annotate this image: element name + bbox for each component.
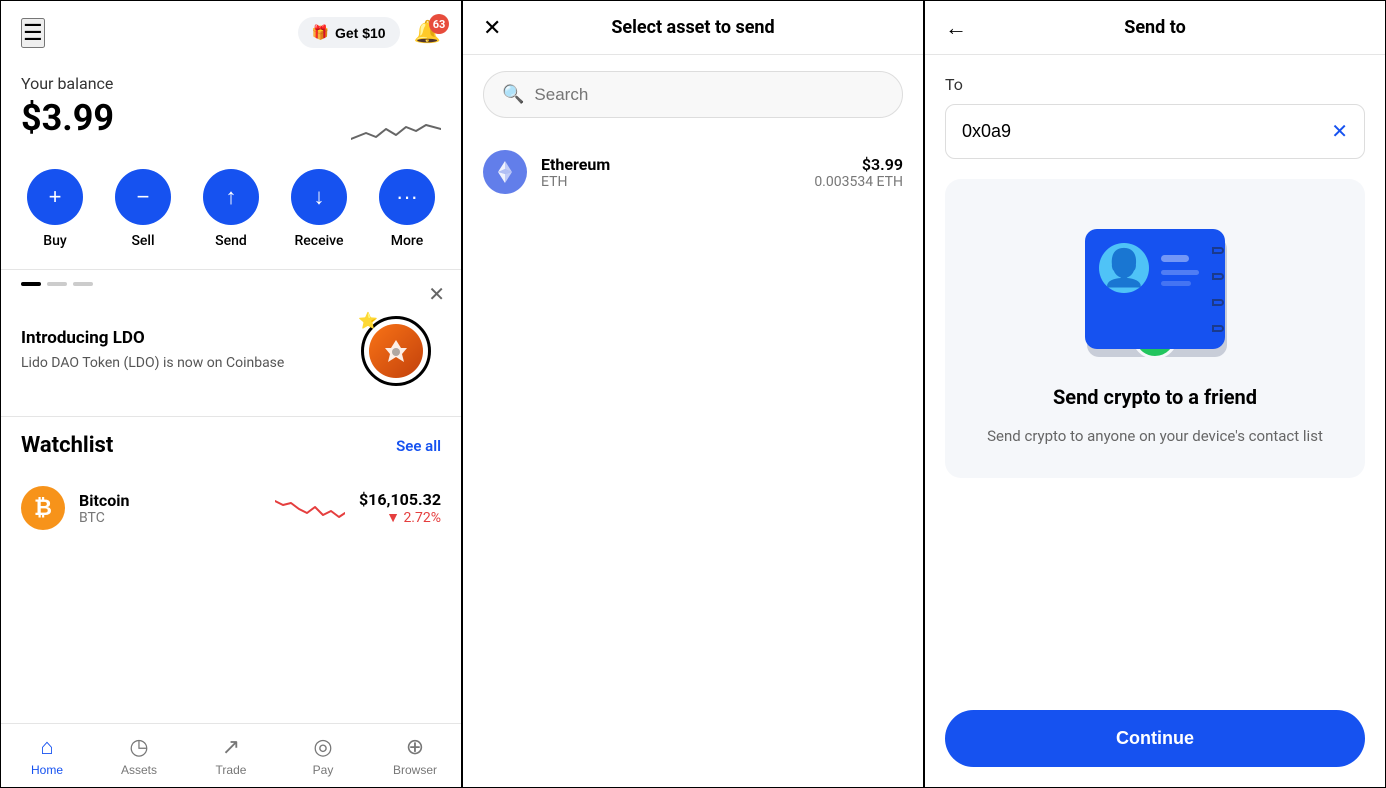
bottom-nav: ⌂ Home ◷ Assets ↗ Trade ◎ Pay ⊕ Browser <box>1 723 461 787</box>
back-button[interactable]: ← <box>945 15 967 41</box>
balance-section: Your balance $3.99 <box>1 64 461 159</box>
send-friend-title: Send crypto to a friend <box>1053 385 1257 409</box>
browser-icon: ⊕ <box>406 734 424 760</box>
menu-button[interactable]: ☰ <box>21 18 45 48</box>
buy-button[interactable]: + <box>27 169 83 225</box>
watchlist-header: Watchlist See all <box>21 433 441 458</box>
ldo-inner <box>369 324 423 378</box>
promo-title: Introducing LDO <box>21 328 335 348</box>
left-panel: ☰ 🎁 Get $10 🔔 63 Your balance $3.99 + Bu… <box>0 0 462 788</box>
bitcoin-change: ▼ 2.72% <box>359 509 441 526</box>
promo-description: Lido DAO Token (LDO) is now on Coinbase <box>21 354 335 374</box>
send-button[interactable]: ↑ <box>203 169 259 225</box>
ldo-token-icon: ⭐ <box>356 311 436 391</box>
notification-badge: 63 <box>429 14 449 34</box>
left-header: ☰ 🎁 Get $10 🔔 63 <box>1 1 461 64</box>
bitcoin-icon: ₿ <box>21 486 65 530</box>
right-header: ← Send to <box>925 1 1385 55</box>
clear-address-button[interactable]: ✕ <box>1331 119 1348 144</box>
balance-label: Your balance <box>21 74 441 93</box>
bitcoin-info: Bitcoin BTC <box>79 491 261 526</box>
id-card-wrapper: 👤 ✓ <box>1075 209 1235 369</box>
header-right: 🎁 Get $10 🔔 63 <box>298 17 441 48</box>
ldo-star-icon: ⭐ <box>358 311 378 330</box>
more-action: ··· More <box>379 169 435 249</box>
bitcoin-ticker: BTC <box>79 510 261 526</box>
right-panel-title: Send to <box>1124 17 1186 38</box>
nav-trade[interactable]: ↗ Trade <box>185 724 277 787</box>
send-to-content: To ✕ 👤 <box>925 55 1385 514</box>
bitcoin-sparkline <box>275 491 345 525</box>
promo-close-button[interactable]: ✕ <box>428 282 445 307</box>
ethereum-info: Ethereum ETH <box>541 155 800 190</box>
balance-chart <box>351 111 441 155</box>
search-icon: 🔍 <box>502 84 524 105</box>
contact-illustration: 👤 ✓ Send crypto to a friend Send crypto … <box>945 179 1365 478</box>
sell-action: − Sell <box>115 169 171 249</box>
send-action: ↑ Send <box>203 169 259 249</box>
wallet-icon: 🎁 <box>312 24 329 41</box>
promo-card: ✕ Introducing LDO Lido DAO Token (LDO) i… <box>1 269 461 416</box>
promo-dots <box>21 282 93 286</box>
promo-dot-1 <box>21 282 41 286</box>
notification-bell[interactable]: 🔔 63 <box>414 20 441 45</box>
sell-label: Sell <box>131 233 154 249</box>
send-friend-description: Send crypto to anyone on your device's c… <box>987 425 1323 448</box>
address-input-container: ✕ <box>945 104 1365 159</box>
search-container: 🔍 <box>463 55 923 134</box>
continue-button[interactable]: Continue <box>945 710 1365 767</box>
bitcoin-name: Bitcoin <box>79 491 261 510</box>
address-input[interactable] <box>962 121 1331 142</box>
ethereum-icon <box>483 150 527 194</box>
watchlist-section: Watchlist See all ₿ Bitcoin BTC $16,105.… <box>1 416 461 558</box>
nav-browser[interactable]: ⊕ Browser <box>369 724 461 787</box>
receive-button[interactable]: ↓ <box>291 169 347 225</box>
id-card-avatar: 👤 <box>1099 243 1149 293</box>
search-input[interactable] <box>534 85 884 105</box>
ethereum-usd: $3.99 <box>814 155 903 174</box>
ethereum-name: Ethereum <box>541 155 800 174</box>
buy-label: Buy <box>43 233 66 249</box>
sell-button[interactable]: − <box>115 169 171 225</box>
middle-header: ✕ Select asset to send <box>463 1 923 55</box>
id-card: 👤 <box>1085 229 1225 349</box>
see-all-link[interactable]: See all <box>396 437 441 455</box>
promo-dot-3 <box>73 282 93 286</box>
promo-image: ⭐ <box>351 306 441 396</box>
ethereum-list-item[interactable]: Ethereum ETH $3.99 0.003534 ETH <box>463 134 923 210</box>
assets-icon: ◷ <box>129 734 148 760</box>
middle-panel: ✕ Select asset to send 🔍 Ethereum ETH $3… <box>462 0 924 788</box>
bitcoin-price-info: $16,105.32 ▼ 2.72% <box>359 490 441 526</box>
nav-assets[interactable]: ◷ Assets <box>93 724 185 787</box>
pay-icon: ◎ <box>313 734 332 760</box>
more-label: More <box>391 233 424 249</box>
right-panel: ← Send to To ✕ <box>924 0 1386 788</box>
bitcoin-price: $16,105.32 <box>359 490 441 509</box>
nav-pay[interactable]: ◎ Pay <box>277 724 369 787</box>
watchlist-title: Watchlist <box>21 433 113 458</box>
action-buttons: + Buy − Sell ↑ Send ↓ Receive ··· More <box>1 159 461 269</box>
ethereum-crypto: 0.003534 ETH <box>814 174 903 190</box>
search-box: 🔍 <box>483 71 903 118</box>
buy-action: + Buy <box>27 169 83 249</box>
ethereum-ticker: ETH <box>541 174 800 190</box>
ethereum-value: $3.99 0.003534 ETH <box>814 155 903 190</box>
get-money-button[interactable]: 🎁 Get $10 <box>298 17 400 48</box>
middle-panel-title: Select asset to send <box>611 17 774 38</box>
promo-dot-2 <box>47 282 67 286</box>
receive-action: ↓ Receive <box>291 169 347 249</box>
more-button[interactable]: ··· <box>379 169 435 225</box>
trade-icon: ↗ <box>222 734 240 760</box>
bitcoin-list-item[interactable]: ₿ Bitcoin BTC $16,105.32 ▼ 2.72% <box>21 474 441 542</box>
home-icon: ⌂ <box>40 734 53 760</box>
to-label: To <box>945 75 1365 94</box>
close-button[interactable]: ✕ <box>483 15 501 41</box>
nav-home[interactable]: ⌂ Home <box>1 724 93 787</box>
promo-text: Introducing LDO Lido DAO Token (LDO) is … <box>21 328 335 374</box>
receive-label: Receive <box>294 233 343 249</box>
send-label: Send <box>215 233 247 249</box>
